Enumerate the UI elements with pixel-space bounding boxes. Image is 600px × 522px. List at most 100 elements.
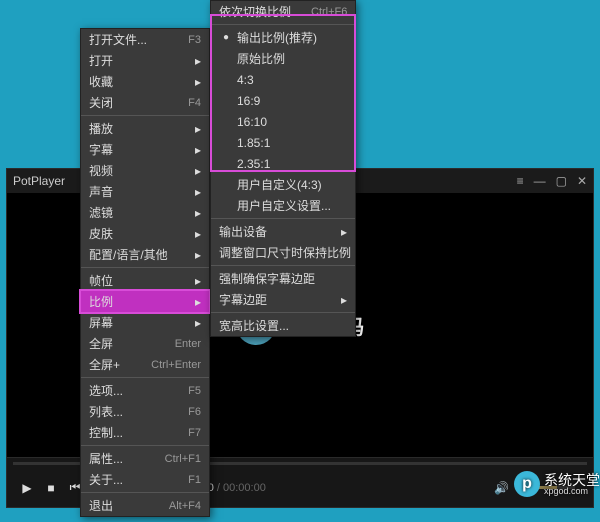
menu-item-label: 关于...: [89, 471, 168, 488]
menu-item-label: 全屏+: [89, 356, 131, 373]
menu-item-label: 用户自定义(4:3): [237, 176, 347, 193]
menu-item[interactable]: 滤镜▸: [81, 202, 209, 223]
menu-item[interactable]: 输出设备▸: [211, 221, 355, 242]
menu-item-label: 配置/语言/其他: [89, 246, 175, 263]
menu-item[interactable]: 16:9: [211, 90, 355, 111]
submenu-arrow-icon: ▸: [195, 164, 201, 178]
menu-item[interactable]: 1.85:1: [211, 132, 355, 153]
menu-item-label: 原始比例: [237, 50, 347, 67]
menu-item-label: 依次切换比例: [219, 3, 291, 20]
menu-item-label: 宽高比设置...: [219, 317, 347, 334]
menu-item[interactable]: 原始比例: [211, 48, 355, 69]
submenu-arrow-icon: ▸: [195, 206, 201, 220]
menu-item[interactable]: 控制...F7: [81, 422, 209, 443]
menu-item[interactable]: 播放 ▸: [81, 118, 209, 139]
menu-item[interactable]: 屏幕▸: [81, 312, 209, 333]
menu-item-label: 皮肤: [89, 225, 175, 242]
submenu-arrow-icon: ▸: [195, 274, 201, 288]
menu-item-label: 4:3: [237, 73, 347, 87]
watermark-badge: p: [514, 471, 540, 497]
submenu-arrow-icon: ▸: [195, 54, 201, 68]
menu-item[interactable]: 比例▸: [81, 291, 209, 312]
submenu-arrow-icon: ▸: [341, 293, 347, 307]
menu-item-shortcut: F3: [188, 34, 201, 46]
menu-item-shortcut: Alt+F4: [169, 500, 201, 512]
watermark-text: 系统天堂 xpgod.com: [544, 473, 600, 496]
menu-separator: [81, 115, 209, 116]
submenu-arrow-icon: ▸: [195, 122, 201, 136]
menu-item[interactable]: 2.35:1: [211, 153, 355, 174]
menu-item-label: 控制...: [89, 424, 168, 441]
close-icon[interactable]: ✕: [577, 174, 587, 188]
submenu-arrow-icon: ▸: [195, 227, 201, 241]
menu-item-label: 字幕边距: [219, 291, 321, 308]
minimize-icon[interactable]: —: [534, 174, 546, 188]
menu-item-shortcut: Enter: [175, 338, 201, 350]
menu-item[interactable]: 用户自定义(4:3): [211, 174, 355, 195]
window-controls: ≡ — ▢ ✕: [517, 174, 587, 188]
maximize-icon[interactable]: ▢: [556, 174, 567, 188]
menu-item-label: 输出比例(推荐): [237, 29, 347, 46]
menu-item[interactable]: 4:3: [211, 69, 355, 90]
menu-item[interactable]: 用户自定义设置...: [211, 195, 355, 216]
stop-button[interactable]: ■: [39, 476, 63, 500]
menu-item[interactable]: 打开▸: [81, 50, 209, 71]
settings-icon[interactable]: ≡: [517, 174, 524, 188]
menu-item-label: 列表...: [89, 403, 168, 420]
menu-item-label: 16:10: [237, 115, 347, 129]
menu-item[interactable]: 依次切换比例Ctrl+F6: [211, 1, 355, 22]
menu-separator: [211, 312, 355, 313]
menu-item-label: 1.85:1: [237, 136, 347, 150]
menu-item[interactable]: 强制确保字幕边距: [211, 268, 355, 289]
menu-item-label: 选项...: [89, 382, 168, 399]
menu-item[interactable]: 字幕▸: [81, 139, 209, 160]
menu-item[interactable]: 关于...F1: [81, 469, 209, 490]
menu-item[interactable]: ●输出比例(推荐): [211, 27, 355, 48]
menu-item[interactable]: 全屏 Enter: [81, 333, 209, 354]
menu-item[interactable]: 关闭F4: [81, 92, 209, 113]
menu-item-label: 用户自定义设置...: [237, 197, 347, 214]
menu-item-label: 强制确保字幕边距: [219, 270, 347, 287]
volume-icon[interactable]: 🔊: [494, 481, 509, 495]
menu-separator: [81, 267, 209, 268]
menu-item[interactable]: 属性...Ctrl+F1: [81, 448, 209, 469]
menu-item[interactable]: 字幕边距 ▸: [211, 289, 355, 310]
menu-item[interactable]: 列表... F6: [81, 401, 209, 422]
submenu-arrow-icon: ▸: [341, 225, 347, 239]
watermark-brand: 系统天堂: [544, 473, 600, 487]
menu-item[interactable]: 宽高比设置...: [211, 315, 355, 336]
menu-item[interactable]: 声音▸: [81, 181, 209, 202]
context-menu-ratio: 依次切换比例Ctrl+F6 ●输出比例(推荐) 原始比例 4:3 16:9 16:10 1.…: [210, 0, 356, 337]
menu-separator: [81, 492, 209, 493]
menu-item[interactable]: 配置/语言/其他▸: [81, 244, 209, 265]
context-menu-main: 打开文件...F3打开▸收藏▸关闭F4播放▸字幕▸视频▸声音▸滤镜▸皮肤▸配置/…: [80, 28, 210, 517]
menu-item-label: 调整窗口尺寸时保持比例: [219, 244, 351, 261]
menu-separator: [81, 377, 209, 378]
menu-item[interactable]: 选项... F5: [81, 380, 209, 401]
menu-item-label: 收藏: [89, 73, 175, 90]
menu-item-label: 全屏: [89, 335, 155, 352]
menu-item[interactable]: 视频▸: [81, 160, 209, 181]
menu-item-label: 播放: [89, 120, 175, 137]
submenu-arrow-icon: ▸: [195, 316, 201, 330]
menu-item-label: 字幕: [89, 141, 175, 158]
menu-item-label: 属性...: [89, 450, 145, 467]
menu-separator: [211, 24, 355, 25]
menu-item[interactable]: 收藏▸: [81, 71, 209, 92]
menu-item[interactable]: 16:10: [211, 111, 355, 132]
menu-item-label: 打开文件...: [89, 31, 168, 48]
submenu-arrow-icon: ▸: [195, 295, 201, 309]
menu-item[interactable]: 打开文件... F3: [81, 29, 209, 50]
play-button[interactable]: ▶: [15, 476, 39, 500]
menu-item[interactable]: 皮肤 ▸: [81, 223, 209, 244]
menu-item-label: 关闭: [89, 94, 168, 111]
menu-item-shortcut: F6: [188, 406, 201, 418]
menu-item-label: 16:9: [237, 94, 347, 108]
menu-item-label: 2.35:1: [237, 157, 347, 171]
menu-item[interactable]: 帧位▸: [81, 270, 209, 291]
menu-item[interactable]: 全屏+Ctrl+Enter: [81, 354, 209, 375]
menu-item[interactable]: 退出Alt+F4: [81, 495, 209, 516]
watermark: p 系统天堂 xpgod.com: [514, 471, 600, 497]
menu-item-shortcut: F5: [188, 385, 201, 397]
menu-item[interactable]: 调整窗口尺寸时保持比例: [211, 242, 355, 263]
